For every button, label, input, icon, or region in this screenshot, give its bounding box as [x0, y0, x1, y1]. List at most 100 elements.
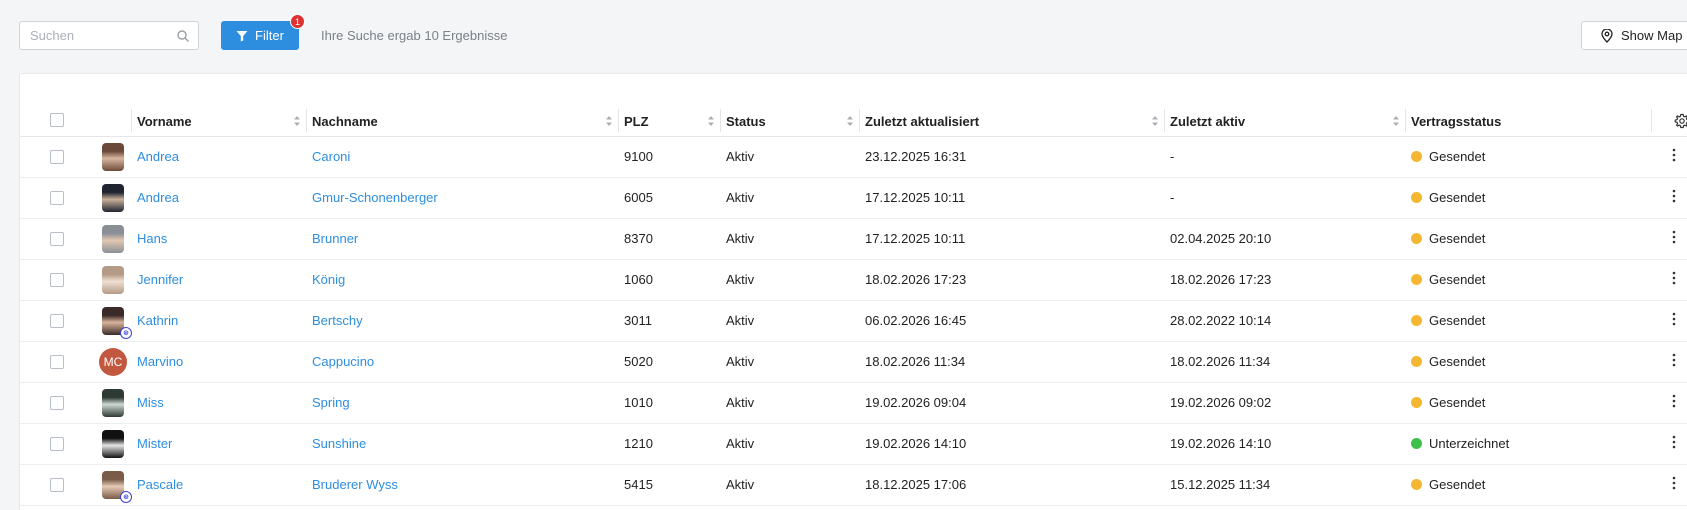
- nachname-link[interactable]: Caroni: [306, 149, 350, 164]
- avatar-cell: ⊛: [91, 464, 132, 506]
- sort-icon[interactable]: [846, 115, 854, 127]
- status-dot: [1411, 479, 1422, 490]
- row-checkbox[interactable]: [50, 436, 64, 451]
- header-zuletzt-aktiv[interactable]: Zuletzt aktiv: [1164, 105, 1405, 137]
- more-vertical-icon[interactable]: [1672, 230, 1676, 244]
- status-dot: [1411, 192, 1422, 203]
- status-cell: Aktiv: [720, 423, 859, 465]
- vorname-link[interactable]: Mister: [131, 436, 172, 451]
- updated-value: 18.02.2026 11:34: [865, 354, 966, 369]
- header-nachname[interactable]: Nachname: [306, 105, 618, 137]
- nachname-link[interactable]: Gmur-Schonenberger: [306, 190, 438, 205]
- avatar: ⊛: [102, 470, 132, 503]
- vorname-cell: Marvino: [131, 341, 306, 383]
- more-vertical-icon[interactable]: [1672, 189, 1676, 203]
- active-cell: 18.02.2026 17:23: [1164, 259, 1405, 301]
- sort-icon[interactable]: [1151, 115, 1159, 127]
- row-checkbox[interactable]: [50, 313, 64, 328]
- table-row[interactable]: Jennifer König 1060 Aktiv 18.02.2026 17:…: [20, 259, 1687, 301]
- nachname-link[interactable]: Cappucino: [306, 354, 374, 369]
- filter-button[interactable]: Filter: [221, 21, 299, 50]
- contract-cell: Gesendet: [1405, 259, 1651, 301]
- contract-cell: Gesendet: [1405, 136, 1651, 178]
- avatar: MC: [99, 347, 127, 376]
- contract-status: Gesendet: [1405, 272, 1485, 287]
- updated-cell: 18.02.2026 11:34: [859, 341, 1164, 383]
- row-checkbox[interactable]: [50, 149, 64, 164]
- table-row[interactable]: ⊛ Kathrin Bertschy 3011 Aktiv 06.02.2026…: [20, 300, 1687, 342]
- filter-icon: [236, 30, 248, 41]
- search-box[interactable]: [19, 21, 199, 50]
- more-vertical-icon[interactable]: [1672, 312, 1676, 326]
- status-dot: [1411, 233, 1422, 244]
- table-row[interactable]: Mister Sunshine 1210 Aktiv 19.02.2026 14…: [20, 423, 1687, 465]
- vorname-link[interactable]: Andrea: [131, 149, 179, 164]
- nachname-link[interactable]: Bertschy: [306, 313, 363, 328]
- status-value: Aktiv: [726, 313, 755, 328]
- more-vertical-icon[interactable]: [1672, 435, 1676, 449]
- nachname-link[interactable]: König: [306, 272, 345, 287]
- plz-cell: 5020: [618, 341, 720, 383]
- active-cell: 15.12.2025 11:34: [1164, 464, 1405, 506]
- actions-cell: [1651, 259, 1687, 301]
- vorname-link[interactable]: Marvino: [131, 354, 183, 369]
- row-checkbox[interactable]: [50, 477, 64, 492]
- contract-cell: Gesendet: [1405, 177, 1651, 219]
- updated-value: 19.02.2026 14:10: [865, 436, 967, 451]
- table-row[interactable]: Miss Spring 1010 Aktiv 19.02.2026 09:04 …: [20, 382, 1687, 424]
- active-value: 28.02.2022 10:14: [1170, 313, 1272, 328]
- nachname-link[interactable]: Brunner: [306, 231, 358, 246]
- row-checkbox[interactable]: [50, 272, 64, 287]
- gear-icon[interactable]: [1674, 113, 1687, 129]
- header-status[interactable]: Status: [720, 105, 859, 137]
- table-row[interactable]: Andrea Caroni 9100 Aktiv 23.12.2025 16:3…: [20, 136, 1687, 178]
- row-checkbox[interactable]: [50, 354, 64, 369]
- vorname-link[interactable]: Andrea: [131, 190, 179, 205]
- avatar: [102, 388, 124, 417]
- vorname-link[interactable]: Pascale: [131, 477, 183, 492]
- status-dot: [1411, 438, 1422, 449]
- vorname-link[interactable]: Kathrin: [131, 313, 178, 328]
- nachname-link[interactable]: Spring: [306, 395, 350, 410]
- more-vertical-icon[interactable]: [1672, 476, 1676, 490]
- vorname-link[interactable]: Jennifer: [131, 272, 183, 287]
- nachname-link[interactable]: Sunshine: [306, 436, 366, 451]
- vorname-link[interactable]: Miss: [131, 395, 164, 410]
- search-icon[interactable]: [176, 29, 190, 43]
- more-vertical-icon[interactable]: [1672, 271, 1676, 285]
- updated-cell: 18.12.2025 17:06: [859, 464, 1164, 506]
- sort-icon[interactable]: [1392, 115, 1400, 127]
- plz-cell: 9100: [618, 136, 720, 178]
- row-checkbox[interactable]: [50, 395, 64, 410]
- contract-cell: Gesendet: [1405, 382, 1651, 424]
- row-checkbox[interactable]: [50, 231, 64, 246]
- header-zuletzt-aktualisiert[interactable]: Zuletzt aktualisiert: [859, 105, 1164, 137]
- show-map-button[interactable]: Show Map: [1581, 21, 1687, 50]
- table-row[interactable]: Hans Brunner 8370 Aktiv 17.12.2025 10:11…: [20, 218, 1687, 260]
- header-vorname[interactable]: Vorname: [131, 105, 306, 137]
- vorname-link[interactable]: Hans: [131, 231, 167, 246]
- more-vertical-icon[interactable]: [1672, 148, 1676, 162]
- sort-icon[interactable]: [605, 115, 613, 127]
- select-all-checkbox[interactable]: [50, 113, 64, 128]
- table-row[interactable]: ⊛ Pascale Bruderer Wyss 5415 Aktiv 18.12…: [20, 464, 1687, 506]
- contract-status: Gesendet: [1405, 190, 1485, 205]
- table-body: Andrea Caroni 9100 Aktiv 23.12.2025 16:3…: [20, 136, 1687, 506]
- row-checkbox[interactable]: [50, 190, 64, 205]
- more-vertical-icon[interactable]: [1672, 394, 1676, 408]
- contract-label: Gesendet: [1429, 190, 1486, 205]
- more-vertical-icon[interactable]: [1672, 353, 1676, 367]
- updated-value: 18.12.2025 17:06: [865, 477, 967, 492]
- contract-label: Gesendet: [1429, 395, 1486, 410]
- table-row[interactable]: MC Marvino Cappucino 5020 Aktiv 18.02.20…: [20, 341, 1687, 383]
- table-row[interactable]: Andrea Gmur-Schonenberger 6005 Aktiv 17.…: [20, 177, 1687, 219]
- contract-status: Gesendet: [1405, 231, 1485, 246]
- sort-icon[interactable]: [707, 115, 715, 127]
- search-input[interactable]: [20, 22, 160, 49]
- updated-value: 23.12.2025 16:31: [865, 149, 967, 164]
- sort-icon[interactable]: [293, 115, 301, 127]
- header-plz[interactable]: PLZ: [618, 105, 720, 137]
- status-cell: Aktiv: [720, 300, 859, 342]
- nachname-link[interactable]: Bruderer Wyss: [306, 477, 398, 492]
- status-cell: Aktiv: [720, 218, 859, 260]
